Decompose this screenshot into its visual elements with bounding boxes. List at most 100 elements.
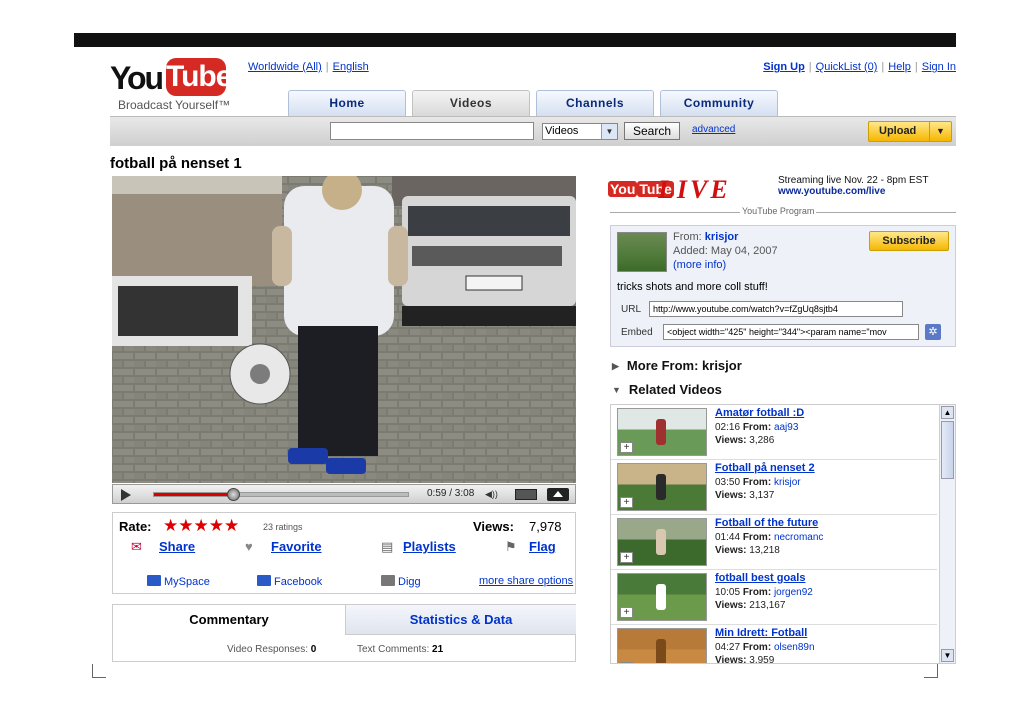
related-video-views: 3,286 [749, 435, 775, 446]
related-video-title[interactable]: fotball best goals [715, 572, 805, 584]
related-video-user[interactable]: necromanc [774, 532, 823, 543]
video-player[interactable] [112, 176, 576, 483]
related-video-item[interactable]: + Fotball på nenset 2 03:50 From: krisjor V… [611, 460, 937, 515]
scroll-thumb[interactable] [941, 421, 954, 479]
related-video-meta: 01:44 From: necromanc Views: 13,218 [715, 532, 824, 556]
related-video-thumbnail[interactable]: + [617, 463, 707, 511]
related-video-thumbnail[interactable]: + [617, 408, 707, 456]
ratings-count: 23 ratings [263, 522, 303, 532]
language-link[interactable]: English [333, 61, 369, 73]
related-video-item[interactable]: + fotball best goals 10:05 From: jorgen92 V… [611, 570, 937, 625]
region-link[interactable]: Worldwide (All) [248, 61, 322, 73]
advanced-search-link[interactable]: advanced [692, 124, 735, 135]
upload-button[interactable]: Upload ▼ [868, 121, 952, 142]
views-label: Views: [473, 519, 514, 534]
youtube-live-banner[interactable]: You Tube LIVE [608, 175, 778, 204]
related-video-views: 213,167 [749, 600, 786, 611]
related-video-user[interactable]: jorgen92 [774, 587, 813, 598]
help-link[interactable]: Help [888, 61, 911, 73]
window-size-icon[interactable] [515, 489, 537, 500]
time-display: 0:59 / 3:08 [427, 488, 475, 499]
related-video-title[interactable]: Fotball på nenset 2 [715, 462, 815, 474]
gear-icon[interactable]: ✲ [925, 324, 941, 340]
rate-label: Rate: [119, 519, 152, 534]
quicklist-link[interactable]: QuickList (0) [816, 61, 878, 73]
scroll-up-icon[interactable]: ▲ [941, 406, 954, 419]
playlists-button[interactable]: Playlists [403, 539, 456, 554]
related-video-duration: 01:44 [715, 532, 741, 543]
frame-corner [92, 664, 106, 678]
tab-community[interactable]: Community [660, 90, 778, 116]
add-to-quicklist-icon[interactable]: + [620, 497, 633, 508]
related-video-title[interactable]: Amatør fotball :D [715, 407, 804, 419]
progress-bar[interactable] [153, 488, 409, 501]
related-video-duration: 04:27 [715, 642, 741, 653]
tagline: Broadcast Yourself™ [118, 98, 231, 112]
more-info-link[interactable]: (more info) [673, 259, 726, 271]
tab-statistics-data[interactable]: Statistics & Data [345, 605, 576, 635]
chevron-down-icon: ▼ [612, 385, 621, 395]
related-video-item[interactable]: + Amatør fotball :D 02:16 From: aaj93 Views… [611, 405, 937, 460]
related-video-thumbnail[interactable]: + [617, 573, 707, 621]
live-info: Streaming live Nov. 22 - 8pm EST www.you… [778, 175, 928, 197]
live-url[interactable]: www.youtube.com/live [778, 186, 928, 197]
add-to-quicklist-icon[interactable]: + [620, 552, 633, 563]
play-icon[interactable] [121, 489, 131, 501]
tab-commentary[interactable]: Commentary [113, 605, 345, 635]
related-video-user[interactable]: krisjor [774, 477, 801, 488]
search-button[interactable]: Search [624, 122, 680, 140]
youtube-logo[interactable]: You Tube [110, 58, 232, 102]
related-video-thumbnail[interactable]: + [617, 628, 707, 663]
search-input[interactable] [330, 122, 534, 140]
progress-scrubber[interactable] [227, 488, 241, 501]
sign-in-link[interactable]: Sign In [922, 61, 956, 73]
sign-up-link[interactable]: Sign Up [763, 61, 805, 73]
rating-box: Rate: ★★★★★ 23 ratings Views: 7,978 ✉ Sh… [112, 512, 576, 594]
embed-label: Embed [621, 327, 653, 338]
share-button[interactable]: Share [159, 539, 195, 554]
related-video-duration: 03:50 [715, 477, 741, 488]
related-video-duration: 10:05 [715, 587, 741, 598]
playlist-icon: ▤ [381, 539, 394, 554]
url-field[interactable]: http://www.youtube.com/watch?v=fZgUq8sjt… [649, 301, 903, 317]
add-to-quicklist-icon[interactable]: + [620, 607, 633, 618]
logo-you-text: You [110, 60, 164, 96]
related-video-item[interactable]: + Min Idrett: Fotball 04:27 From: olsen89n… [611, 625, 937, 663]
related-video-title[interactable]: Min Idrett: Fotball [715, 627, 807, 639]
share-digg-link[interactable]: Digg [381, 575, 421, 588]
user-links: Sign Up | QuickList (0) | Help | Sign In [763, 61, 956, 73]
tab-home[interactable]: Home [288, 90, 406, 116]
add-to-quicklist-icon[interactable]: + [620, 662, 633, 663]
share-facebook-link[interactable]: Facebook [257, 575, 322, 588]
related-videos-toggle[interactable]: ▼ Related Videos [612, 382, 722, 397]
search-category-select[interactable]: Videos ▼ [542, 123, 618, 140]
flag-button[interactable]: Flag [529, 539, 556, 554]
upload-label: Upload [879, 125, 917, 137]
more-share-options-link[interactable]: more share options [479, 575, 573, 587]
tab-videos[interactable]: Videos [412, 90, 530, 116]
subscribe-button[interactable]: Subscribe [869, 231, 949, 251]
channel-thumbnail[interactable] [617, 232, 667, 272]
embed-field[interactable]: <object width="425" height="344"><param … [663, 324, 919, 340]
more-from-toggle[interactable]: ▶ More From: krisjor [612, 358, 742, 373]
volume-icon[interactable]: ◀)) [485, 489, 501, 500]
rating-stars[interactable]: ★★★★★ [163, 516, 239, 536]
share-myspace-link[interactable]: MySpace [147, 575, 210, 588]
related-scrollbar[interactable]: ▲ ▼ [939, 405, 955, 663]
channel-user-link[interactable]: krisjor [705, 231, 739, 243]
scroll-down-icon[interactable]: ▼ [941, 649, 954, 662]
add-to-quicklist-icon[interactable]: + [620, 442, 633, 453]
related-video-item[interactable]: + Fotball of the future 01:44 From: necrom… [611, 515, 937, 570]
fullscreen-icon[interactable] [547, 488, 569, 501]
browser-frame: You Tube Broadcast Yourself™ Worldwide (… [74, 33, 956, 694]
favorite-button[interactable]: Favorite [271, 539, 322, 554]
related-video-user[interactable]: aaj93 [774, 422, 798, 433]
related-video-user[interactable]: olsen89n [774, 642, 815, 653]
heart-icon: ♥ [245, 539, 253, 554]
tab-channels[interactable]: Channels [536, 90, 654, 116]
related-video-thumbnail[interactable]: + [617, 518, 707, 566]
video-description: tricks shots and more coll stuff! [617, 281, 768, 293]
related-video-title[interactable]: Fotball of the future [715, 517, 818, 529]
upload-dropdown-icon[interactable]: ▼ [929, 122, 951, 141]
views-count: 7,978 [529, 519, 562, 534]
